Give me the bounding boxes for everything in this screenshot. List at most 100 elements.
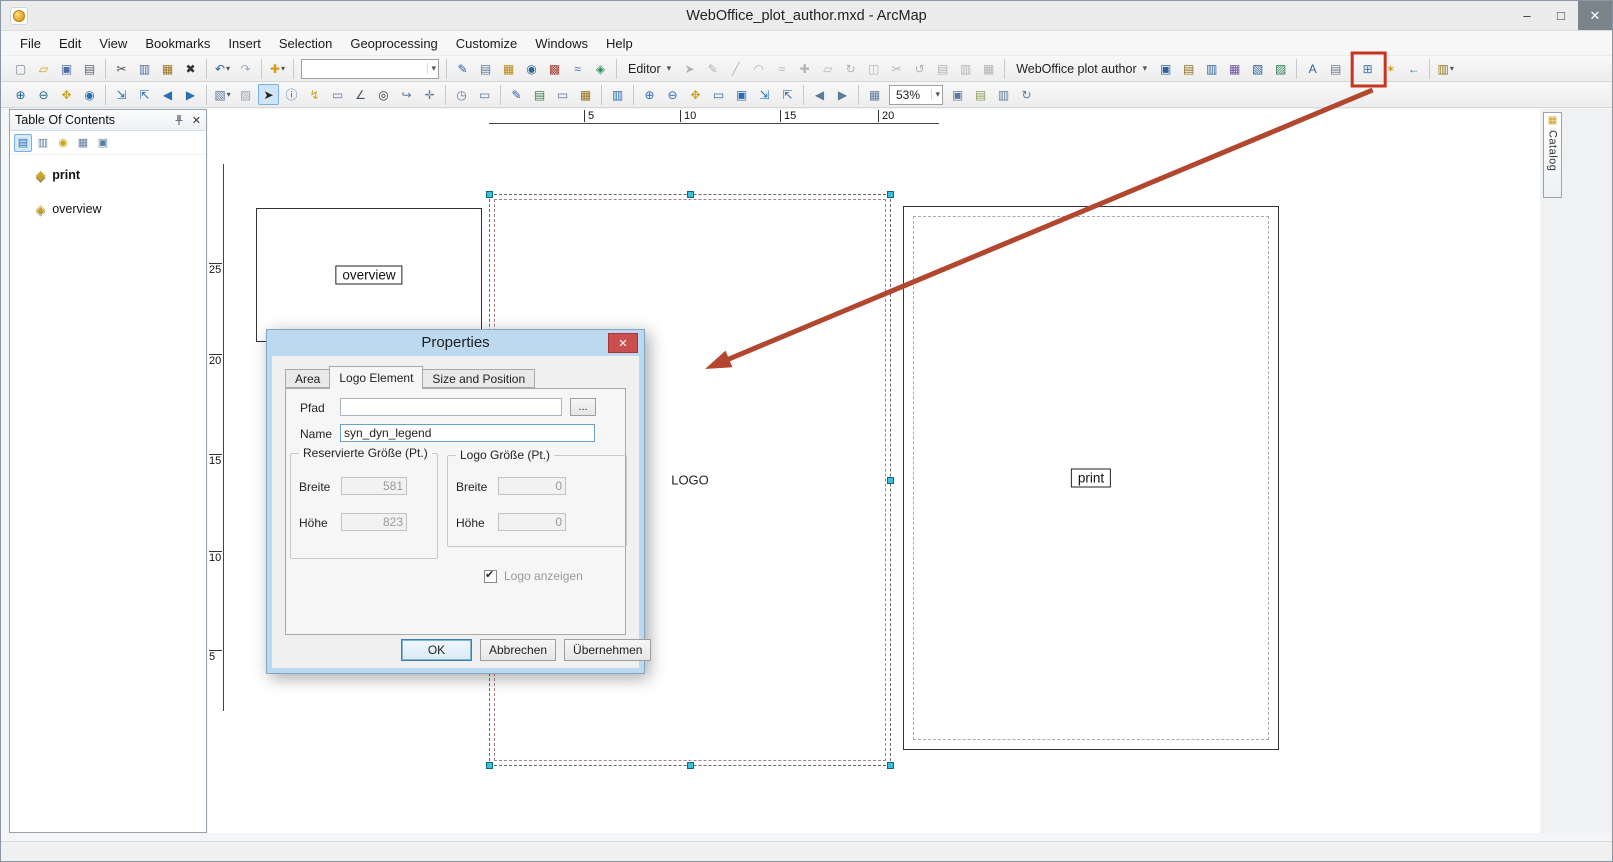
layout-zoom-percent-combo[interactable]: 53% ▾ (889, 84, 943, 105)
create-viewer-window-icon[interactable]: ▭ (474, 84, 495, 105)
sketch-properties-icon[interactable]: ▥ (955, 58, 976, 79)
north-arrow-icon[interactable]: ✶ (1380, 58, 1401, 79)
pin-icon[interactable] (173, 114, 185, 126)
redo-icon[interactable]: ↷ (235, 58, 256, 79)
wo-plot-frame-icon[interactable]: ▦ (1224, 58, 1245, 79)
button-ok[interactable]: OK (401, 639, 472, 661)
delete-icon[interactable]: ✖ (180, 58, 201, 79)
wo-plot-export-icon[interactable]: ▨ (1270, 58, 1291, 79)
focus-data-frame-icon[interactable]: ▣ (947, 84, 968, 105)
new-graphic-icon[interactable]: ✎ (506, 84, 527, 105)
wo-plot-settings-icon[interactable]: ▣ (1155, 58, 1176, 79)
layout-zoom-100-icon[interactable]: ▣ (731, 84, 752, 105)
zoom-in-icon[interactable]: ⊕ (10, 84, 31, 105)
undo-icon[interactable]: ↶ ▾ (212, 58, 233, 79)
selection-handle[interactable] (887, 191, 894, 198)
change-layout-icon[interactable]: ▤ (970, 84, 991, 105)
layout-fixed-zoom-in-icon[interactable]: ⇲ (754, 84, 775, 105)
forward-extent-icon[interactable]: ▶ (180, 84, 201, 105)
selection-handle[interactable] (486, 191, 493, 198)
legend-element-icon[interactable]: ▤ (1325, 58, 1346, 79)
name-input[interactable] (340, 424, 595, 442)
paste-icon[interactable]: ▦ (157, 58, 178, 79)
reserved-hoehe-input[interactable] (341, 513, 407, 531)
button-abbrechen[interactable]: Abbrechen (480, 639, 557, 661)
layout-zoom-out-icon[interactable]: ⊖ (662, 84, 683, 105)
rotate-tool-icon[interactable]: ↺ (909, 58, 930, 79)
pan-icon[interactable]: ✥ (56, 84, 77, 105)
reshape-feature-icon[interactable]: ↻ (840, 58, 861, 79)
tab-logo-element[interactable]: Logo Element (329, 366, 424, 389)
identify-icon[interactable]: ⓘ (281, 84, 302, 105)
point-tool-icon[interactable]: ✚ (794, 58, 815, 79)
fixed-zoom-out-icon[interactable]: ⇱ (134, 84, 155, 105)
selection-handle[interactable] (687, 191, 694, 198)
reserved-breite-input[interactable] (341, 477, 407, 495)
tab-area[interactable]: Area (285, 369, 331, 388)
layout-go-back-extent-icon[interactable]: ◀ (809, 84, 830, 105)
dialog-close-button[interactable]: ✕ (608, 333, 638, 353)
full-extent-icon[interactable]: ◉ (79, 84, 100, 105)
attributes-icon[interactable]: ▤ (932, 58, 953, 79)
wo-plot-template-icon[interactable]: ▤ (1178, 58, 1199, 79)
trace-tool-icon[interactable]: ≈ (771, 58, 792, 79)
edit-tool-icon[interactable]: ➤ (679, 58, 700, 79)
chevron-down-icon[interactable]: ▾ (931, 89, 940, 100)
html-popup-icon[interactable]: ▭ (327, 84, 348, 105)
select-features-icon[interactable]: ▧ ▾ (212, 84, 233, 105)
save-icon[interactable]: ▣ (56, 58, 77, 79)
wo-plot-extent-icon[interactable]: ▥ (1201, 58, 1222, 79)
select-elements-icon[interactable]: ➤ (258, 84, 279, 105)
layout-go-forward-extent-icon[interactable]: ▶ (832, 84, 853, 105)
edit-annotation-tool-icon[interactable]: ✎ (702, 58, 723, 79)
toc-item-print[interactable]: ◈ print (36, 163, 206, 187)
arctoolbox-icon[interactable]: ▩ (544, 58, 565, 79)
fixed-zoom-in-icon[interactable]: ⇲ (111, 84, 132, 105)
layout-fixed-zoom-out-icon[interactable]: ⇱ (777, 84, 798, 105)
menu-item-help[interactable]: Help (597, 33, 642, 54)
data-driven-pages-icon[interactable]: ▥ (993, 84, 1014, 105)
measure-icon[interactable]: ∠ (350, 84, 371, 105)
create-features-icon[interactable]: ▦ (978, 58, 999, 79)
list-by-drawing-order-icon[interactable]: ▤ (14, 133, 32, 152)
menu-item-edit[interactable]: Edit (50, 33, 90, 54)
report-icon[interactable]: ▥ ▾ (1435, 58, 1456, 79)
find-route-icon[interactable]: ↪ (396, 84, 417, 105)
minimize-button[interactable]: – (1510, 1, 1544, 30)
catalog-tab[interactable]: ▦ Catalog (1543, 112, 1562, 198)
cut-polygons-icon[interactable]: ◫ (863, 58, 884, 79)
list-by-selection-icon[interactable]: ▦ (74, 134, 92, 152)
back-arrow-icon[interactable]: ← (1403, 58, 1424, 79)
toc-close-icon[interactable]: ✕ (192, 114, 201, 127)
endpoint-arc-icon[interactable]: ◠ (748, 58, 769, 79)
browse-button[interactable]: ... (570, 398, 596, 416)
maximize-button[interactable]: □ (1544, 1, 1578, 30)
print-page[interactable]: print (903, 206, 1279, 750)
add-data-icon[interactable]: ✚ ▾ (267, 58, 288, 79)
overview-frame[interactable]: overview (256, 208, 482, 342)
clear-selection-icon[interactable]: ▨ (235, 84, 256, 105)
close-button[interactable]: ✕ (1578, 1, 1612, 30)
menu-item-file[interactable]: File (11, 33, 50, 54)
wo-plot-print-icon[interactable]: ▧ (1247, 58, 1268, 79)
map-scale-combo[interactable]: ▾ (301, 58, 439, 79)
menu-item-windows[interactable]: Windows (526, 33, 597, 54)
menu-item-insert[interactable]: Insert (219, 33, 270, 54)
editor-toolbar-icon[interactable]: ✎ (452, 58, 473, 79)
logo-breite-input[interactable] (498, 477, 566, 495)
logo-element-icon[interactable]: ⊞ (1357, 58, 1378, 79)
hyperlink-icon[interactable]: ↯ (304, 84, 325, 105)
menu-item-selection[interactable]: Selection (270, 33, 341, 54)
find-icon[interactable]: ◎ (373, 84, 394, 105)
back-extent-icon[interactable]: ◀ (157, 84, 178, 105)
layout-zoom-whole-page-icon[interactable]: ▭ (708, 84, 729, 105)
chevron-down-icon[interactable]: ▾ (427, 63, 436, 74)
selection-handle[interactable] (687, 762, 694, 769)
weboffice-plot-author-dropdown[interactable]: WebOffice plot author ▾ (1009, 58, 1154, 79)
layout-zoom-in-icon[interactable]: ⊕ (639, 84, 660, 105)
editor-menu-dropdown[interactable]: Editor ▾ (621, 58, 678, 79)
picture-icon[interactable]: ▦ (575, 84, 596, 105)
tab-size-and-position[interactable]: Size and Position (422, 369, 536, 388)
selection-handle[interactable] (486, 762, 493, 769)
print-icon[interactable]: ▤ (79, 58, 100, 79)
